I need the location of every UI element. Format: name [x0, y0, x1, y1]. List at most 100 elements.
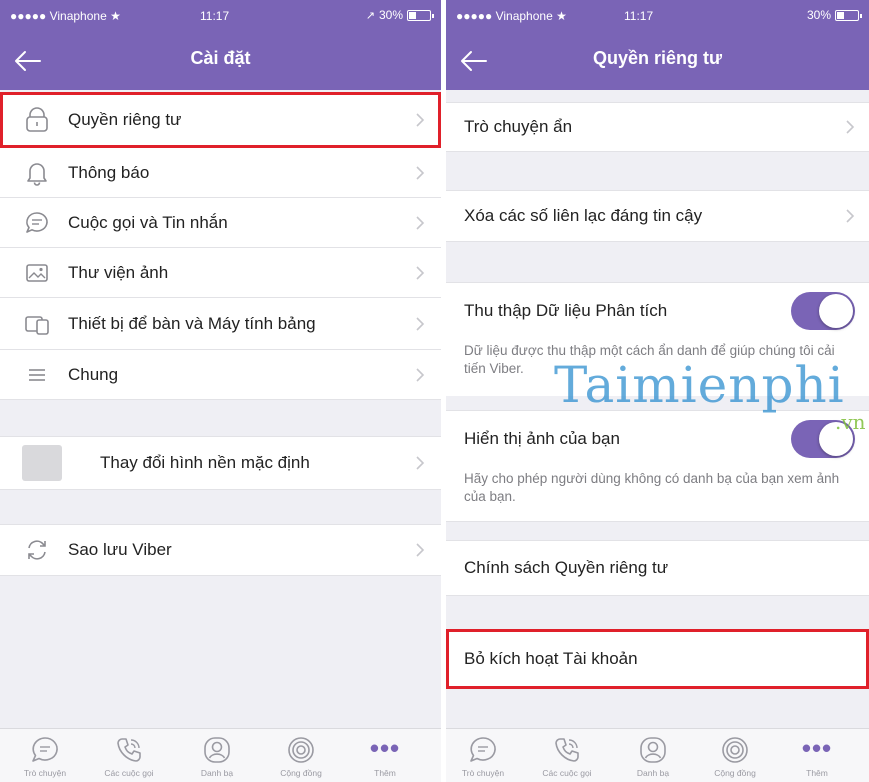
settings-item-label: Cuộc gọi và Tin nhắn [68, 212, 228, 232]
battery-fill [409, 11, 416, 19]
tab-label: Cộng đồng [714, 768, 756, 778]
chevron-right-icon [846, 120, 855, 134]
chevron-right-icon [416, 543, 425, 557]
tab-calls[interactable]: Các cuộc gọi [92, 735, 166, 778]
status-bar: ●●●●● Vinaphone ★ 11:17 30% [446, 0, 869, 30]
tab-chats[interactable]: Trò chuyện [446, 735, 520, 778]
tab-label: Cộng đồng [280, 768, 322, 778]
contacts-icon [204, 737, 230, 763]
tab-bar: Trò chuyện Các cuộc gọi Danh bạ Cộng đồn… [446, 728, 869, 782]
lock-icon [24, 106, 50, 133]
settings-item-label: Thông báo [68, 162, 150, 182]
location-icon: ↗ [365, 9, 375, 22]
privacy-item-show-photo: Hiển thị ảnh của bạn [446, 410, 869, 466]
watermark-suffix: .vn [835, 410, 866, 434]
settings-item-calls-messages[interactable]: Cuộc gọi và Tin nhắn [0, 198, 441, 248]
carrier-label: ●●●●● Vinaphone ★ [10, 9, 121, 23]
privacy-item-label: Xóa các số liên lạc đáng tin cậy [464, 206, 703, 225]
image-icon [24, 260, 50, 286]
nav-header: ●●●●● Vinaphone ★ 11:17 30% Quyền riêng … [446, 0, 869, 90]
more-icon: ••• [801, 733, 833, 763]
list-icon [24, 362, 50, 388]
battery-status: ↗ 30% [365, 8, 434, 22]
tab-label: Trò chuyện [23, 768, 67, 778]
chat-icon [32, 737, 58, 762]
chevron-right-icon [416, 265, 425, 280]
privacy-item-label: Chính sách Quyền riêng tư [464, 558, 669, 577]
settings-item-privacy[interactable]: Quyền riêng tư [0, 92, 441, 148]
settings-item-label: Thiết bị để bàn và Máy tính bảng [68, 313, 316, 333]
chevron-right-icon [416, 316, 425, 331]
phone-icon [117, 738, 141, 762]
tab-more[interactable]: ••• Thêm [348, 735, 422, 778]
battery-status: 30% [806, 8, 862, 22]
settings-item-general[interactable]: Chung [0, 350, 441, 400]
tab-bar: Trò chuyện Các cuộc gọi Danh bạ Cộng đồn… [0, 728, 441, 782]
privacy-item-label: Thu thập Dữ liệu Phân tích [464, 300, 668, 320]
settings-item-label: Chung [68, 364, 119, 384]
chevron-right-icon [416, 456, 425, 470]
sync-icon [24, 537, 50, 563]
chevron-right-icon [416, 215, 425, 230]
tab-community[interactable]: Cộng đồng [264, 735, 338, 778]
tab-label: Danh bạ [200, 768, 234, 778]
privacy-item-clear-trusted[interactable]: Xóa các số liên lạc đáng tin cậy [446, 190, 869, 242]
carrier-label: ●●●●● Vinaphone ★ [456, 9, 567, 23]
battery-percent: 30% [378, 8, 403, 22]
tab-label: Thêm [374, 768, 396, 778]
chevron-right-icon [416, 367, 425, 382]
toggle-knob [819, 293, 853, 328]
privacy-item-label: Trò chuyện ẩn [464, 117, 573, 136]
settings-item-backup[interactable]: Sao lưu Viber [0, 524, 441, 576]
chevron-right-icon [416, 112, 425, 127]
tab-contacts[interactable]: Danh bạ [180, 735, 254, 778]
more-icon: ••• [369, 733, 401, 763]
privacy-item-label: Hiển thị ảnh của bạn [464, 428, 620, 448]
settings-screen: ●●●●● Vinaphone ★ 11:17 ↗ 30% Cài đặt Qu… [0, 0, 441, 782]
tab-label: Trò chuyện [461, 768, 505, 778]
phone-icon [555, 738, 579, 762]
battery-icon [407, 9, 434, 21]
devices-icon [24, 311, 50, 337]
settings-item-label: Thay đổi hình nền mặc định [100, 453, 310, 472]
settings-item-desktop-tablets[interactable]: Thiết bị để bàn và Máy tính bảng [0, 298, 441, 350]
tab-label: Danh bạ [636, 768, 670, 778]
status-bar: ●●●●● Vinaphone ★ 11:17 ↗ 30% [0, 0, 441, 30]
bell-icon [24, 160, 50, 186]
settings-item-wallpaper[interactable]: Thay đổi hình nền mặc định [0, 436, 441, 490]
settings-item-label: Thư viện ảnh [68, 262, 169, 282]
page-title: Cài đặt [190, 48, 251, 68]
battery-icon [835, 9, 862, 21]
tab-label: Các cuộc gọi [104, 768, 154, 778]
battery-percent: 30% [806, 8, 831, 22]
privacy-item-deactivate[interactable]: Bỏ kích hoạt Tài khoản [446, 629, 869, 689]
settings-item-notifications[interactable]: Thông báo [0, 148, 441, 198]
tab-calls[interactable]: Các cuộc gọi [530, 735, 604, 778]
screenshot-pair: ●●●●● Vinaphone ★ 11:17 ↗ 30% Cài đặt Qu… [0, 0, 869, 782]
tab-chats[interactable]: Trò chuyện [8, 735, 82, 778]
tab-label: Thêm [806, 768, 828, 778]
page-title: Quyền riêng tư [592, 48, 723, 68]
wallpaper-thumbnail [22, 445, 62, 481]
contacts-icon [640, 737, 666, 763]
battery-fill [837, 11, 844, 19]
chat-icon [470, 737, 496, 762]
chevron-right-icon [416, 165, 425, 180]
chevron-right-icon [846, 209, 855, 223]
chat-bubble-icon [24, 210, 50, 236]
status-time: 11:17 [200, 9, 230, 23]
watermark-logo: Taimienphi [554, 356, 845, 414]
tab-community[interactable]: Cộng đồng [698, 735, 772, 778]
tab-contacts[interactable]: Danh bạ [616, 735, 690, 778]
settings-item-media-gallery[interactable]: Thư viện ảnh [0, 248, 441, 298]
settings-item-label: Sao lưu Viber [68, 540, 172, 559]
privacy-item-hidden-chats[interactable]: Trò chuyện ẩn [446, 102, 869, 152]
privacy-item-policy[interactable]: Chính sách Quyền riêng tư [446, 540, 869, 596]
analytics-toggle[interactable] [791, 291, 855, 330]
community-icon [722, 737, 748, 763]
tab-more[interactable]: ••• Thêm [780, 735, 854, 778]
nav-header: ●●●●● Vinaphone ★ 11:17 ↗ 30% Cài đặt [0, 0, 441, 90]
tab-label: Các cuộc gọi [542, 768, 592, 778]
settings-item-label: Quyền riêng tư [68, 109, 182, 129]
status-time: 11:17 [624, 9, 654, 23]
